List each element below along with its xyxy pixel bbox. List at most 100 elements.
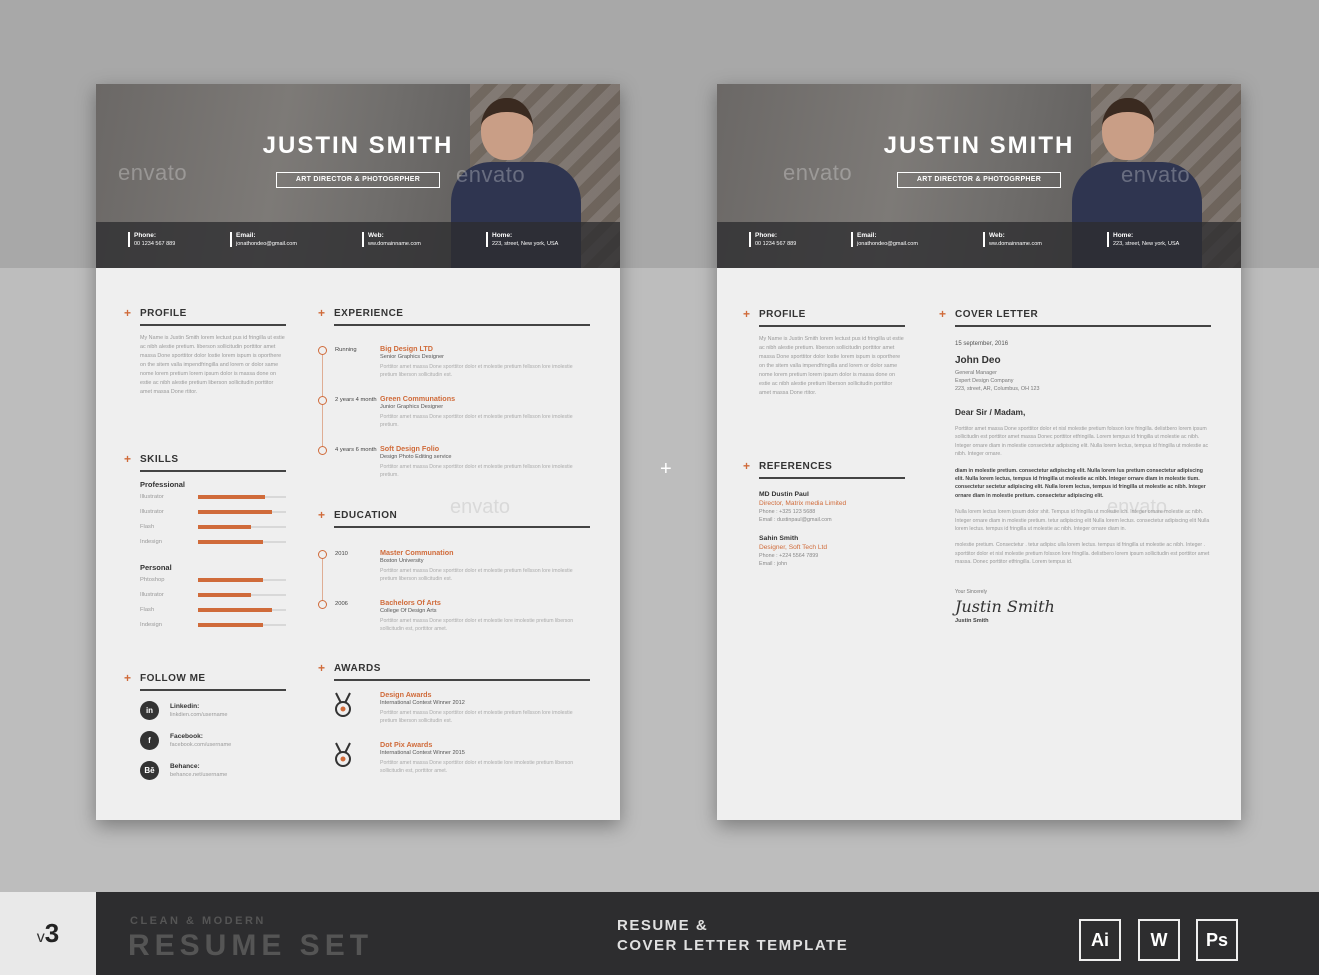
recipient-title: General Manager	[955, 370, 997, 376]
timeline-title: Soft Design Folio	[380, 444, 440, 453]
recipient-info: General Manager Expert Design Company 22…	[955, 369, 1211, 393]
medal-icon	[335, 742, 351, 767]
skill-row: Illustrator	[140, 587, 286, 602]
section-title: COVER LETTER	[955, 308, 1039, 320]
skill-bar	[198, 539, 286, 544]
contact-label: Email:	[236, 232, 256, 239]
contact-value: jonathondeo@gmail.com	[236, 241, 297, 247]
award-title: Dot Pix Awards	[380, 740, 433, 749]
skill-bar	[198, 577, 286, 582]
resume-role: ART DIRECTOR & PHOTOGRPHER	[276, 172, 440, 188]
reference-item: Sahin Smith Designer, Soft Tech Ltd Phone …	[759, 535, 905, 567]
skill-group-title: Personal	[140, 563, 172, 572]
section-header: + AWARDS	[318, 661, 590, 681]
contact-email: Email: jonathondeo@gmail.com	[230, 232, 297, 247]
tagline-small: CLEAN & MODERN	[130, 915, 266, 927]
social-label: Linkedin:	[170, 702, 200, 710]
references-section: + REFERENCES MD Dustin Paul Director, Matr…	[743, 459, 905, 567]
profile-text: My Name is Justin Smith lorem lectust pu…	[759, 336, 904, 396]
version-prefix: v	[36, 928, 45, 946]
section-title: PROFILE	[140, 307, 187, 319]
timeline-subtitle: Design Photo Editing service	[380, 454, 452, 460]
section-header: + EXPERIENCE	[318, 306, 590, 326]
skills-list: Professional Illustrator Illustrator Flash I…	[140, 480, 286, 632]
skill-bar-fill	[198, 607, 272, 612]
social-url: linkdien.com/username	[170, 711, 228, 718]
timeline-description: Porttitor amet massa Done sporttitor dol…	[380, 618, 574, 632]
letter-date: 15 september, 2016	[955, 341, 1009, 347]
skill-row: Illustrator	[140, 504, 286, 519]
section-header: + REFERENCES	[743, 459, 905, 479]
section-title: SKILLS	[140, 453, 179, 465]
skill-name: Illustrator	[140, 493, 164, 500]
contact-label: Phone:	[134, 232, 157, 239]
skill-name: Indesign	[140, 538, 162, 545]
plus-icon: +	[939, 307, 947, 321]
skill-row: Flash	[140, 519, 286, 534]
profile-text: My Name is Justin Smith lorem lectust pu…	[140, 335, 285, 395]
contact-web: Web: ww.domainname.com	[362, 232, 421, 247]
reference-name: Sahin Smith	[759, 535, 799, 542]
medal-icon	[335, 692, 351, 717]
recipient-company: Expert Design Company	[955, 378, 1014, 384]
cover-name: JUSTIN SMITH	[883, 132, 1075, 159]
timeline-duration: 4 years 6 month	[335, 447, 377, 453]
awards-section: + AWARDS	[318, 661, 590, 681]
recipient-name: John Deo	[955, 355, 1001, 366]
social-link[interactable]: Bē Behance: behance.net/username	[126, 759, 286, 781]
section-header: + FOLLOW ME	[124, 671, 286, 691]
contact-web: Web: ww.domainname.com	[983, 232, 1042, 247]
timeline-item: Running Big Design LTD Senior Graphics Des…	[318, 344, 590, 394]
skill-name: Indesign	[140, 621, 162, 628]
education-timeline: 2010 Master Communation Boston University P…	[318, 548, 590, 648]
reference-item: MD Dustin Paul Director, Matrix media Lim…	[759, 491, 905, 523]
award-item: Design Awards International Contest Winne…	[318, 690, 590, 740]
timeline-description: Porttitor amet massa Done sporttitor dol…	[380, 464, 573, 478]
contact-home: Home: 223, street, New york, USA	[486, 232, 558, 247]
social-link[interactable]: f Facebook: facebook.com/username	[126, 729, 286, 751]
recipient-address: 223, street, AR, Columbus, OH 123	[955, 386, 1040, 392]
experience-timeline: Running Big Design LTD Senior Graphics Des…	[318, 344, 590, 494]
contact-label: Home:	[492, 232, 513, 239]
timeline-duration: 2010	[335, 551, 348, 557]
skill-bar-fill	[198, 622, 264, 627]
contact-value: 00 1234 567 889	[755, 241, 797, 247]
timeline-subtitle: Boston University	[380, 558, 424, 564]
watermark: envato	[1107, 496, 1168, 518]
profile-section: + PROFILE My Name is Justin Smith lorem l…	[124, 306, 286, 397]
skill-row: Flash	[140, 602, 286, 617]
section-header: + PROFILE	[743, 307, 905, 327]
skill-bar-fill	[198, 524, 251, 529]
plus-icon: +	[318, 508, 326, 522]
version-number: 3	[44, 918, 60, 948]
resume-page: envato envato JUSTIN SMITH ART DIRECTOR …	[96, 84, 620, 820]
section-header: + SKILLS	[124, 452, 286, 472]
social-link[interactable]: in Linkedin: linkdien.com/username	[126, 699, 286, 721]
skill-name: Illustrator	[140, 508, 164, 515]
skill-name: Illustrator	[140, 591, 164, 598]
contact-value: jonathondeo@gmail.com	[857, 241, 918, 247]
experience-section: + EXPERIENCE	[318, 306, 590, 326]
skill-bar	[198, 607, 286, 612]
award-body: Design Awards International Contest Winne…	[380, 690, 586, 725]
timeline-item: 2006 Bachelors Of Arts College Of Design A…	[318, 598, 590, 648]
timeline-body: Big Design LTD Senior Graphics Designer Po…	[380, 344, 586, 379]
section-title: EDUCATION	[334, 509, 398, 521]
award-title: Design Awards	[380, 690, 432, 699]
skill-bar-fill	[198, 592, 251, 597]
contact-email: Email: jonathondeo@gmail.com	[851, 232, 918, 247]
contact-bar: Phone: 00 1234 567 889 Email: jonathonde…	[717, 222, 1241, 268]
follow-list: in Linkedin: linkdien.com/username f Faceboo…	[96, 699, 286, 781]
photoshop-icon: Ps	[1196, 919, 1238, 961]
skill-bar	[198, 494, 286, 499]
timeline-dot-icon	[318, 346, 327, 355]
watermark: envato	[450, 496, 511, 518]
contact-phone: Phone: 00 1234 567 889	[128, 232, 175, 247]
award-description: Porttitor amet massa Done sporttitor dol…	[380, 760, 574, 774]
linkedin-icon: in	[140, 700, 159, 720]
timeline-title: Big Design LTD	[380, 344, 433, 353]
plus-icon: +	[660, 458, 672, 480]
timeline-duration: 2 years 4 month	[335, 397, 377, 403]
timeline-item: 4 years 6 month Soft Design Folio Design P…	[318, 444, 590, 494]
timeline-subtitle: Senior Graphics Designer	[380, 354, 445, 360]
